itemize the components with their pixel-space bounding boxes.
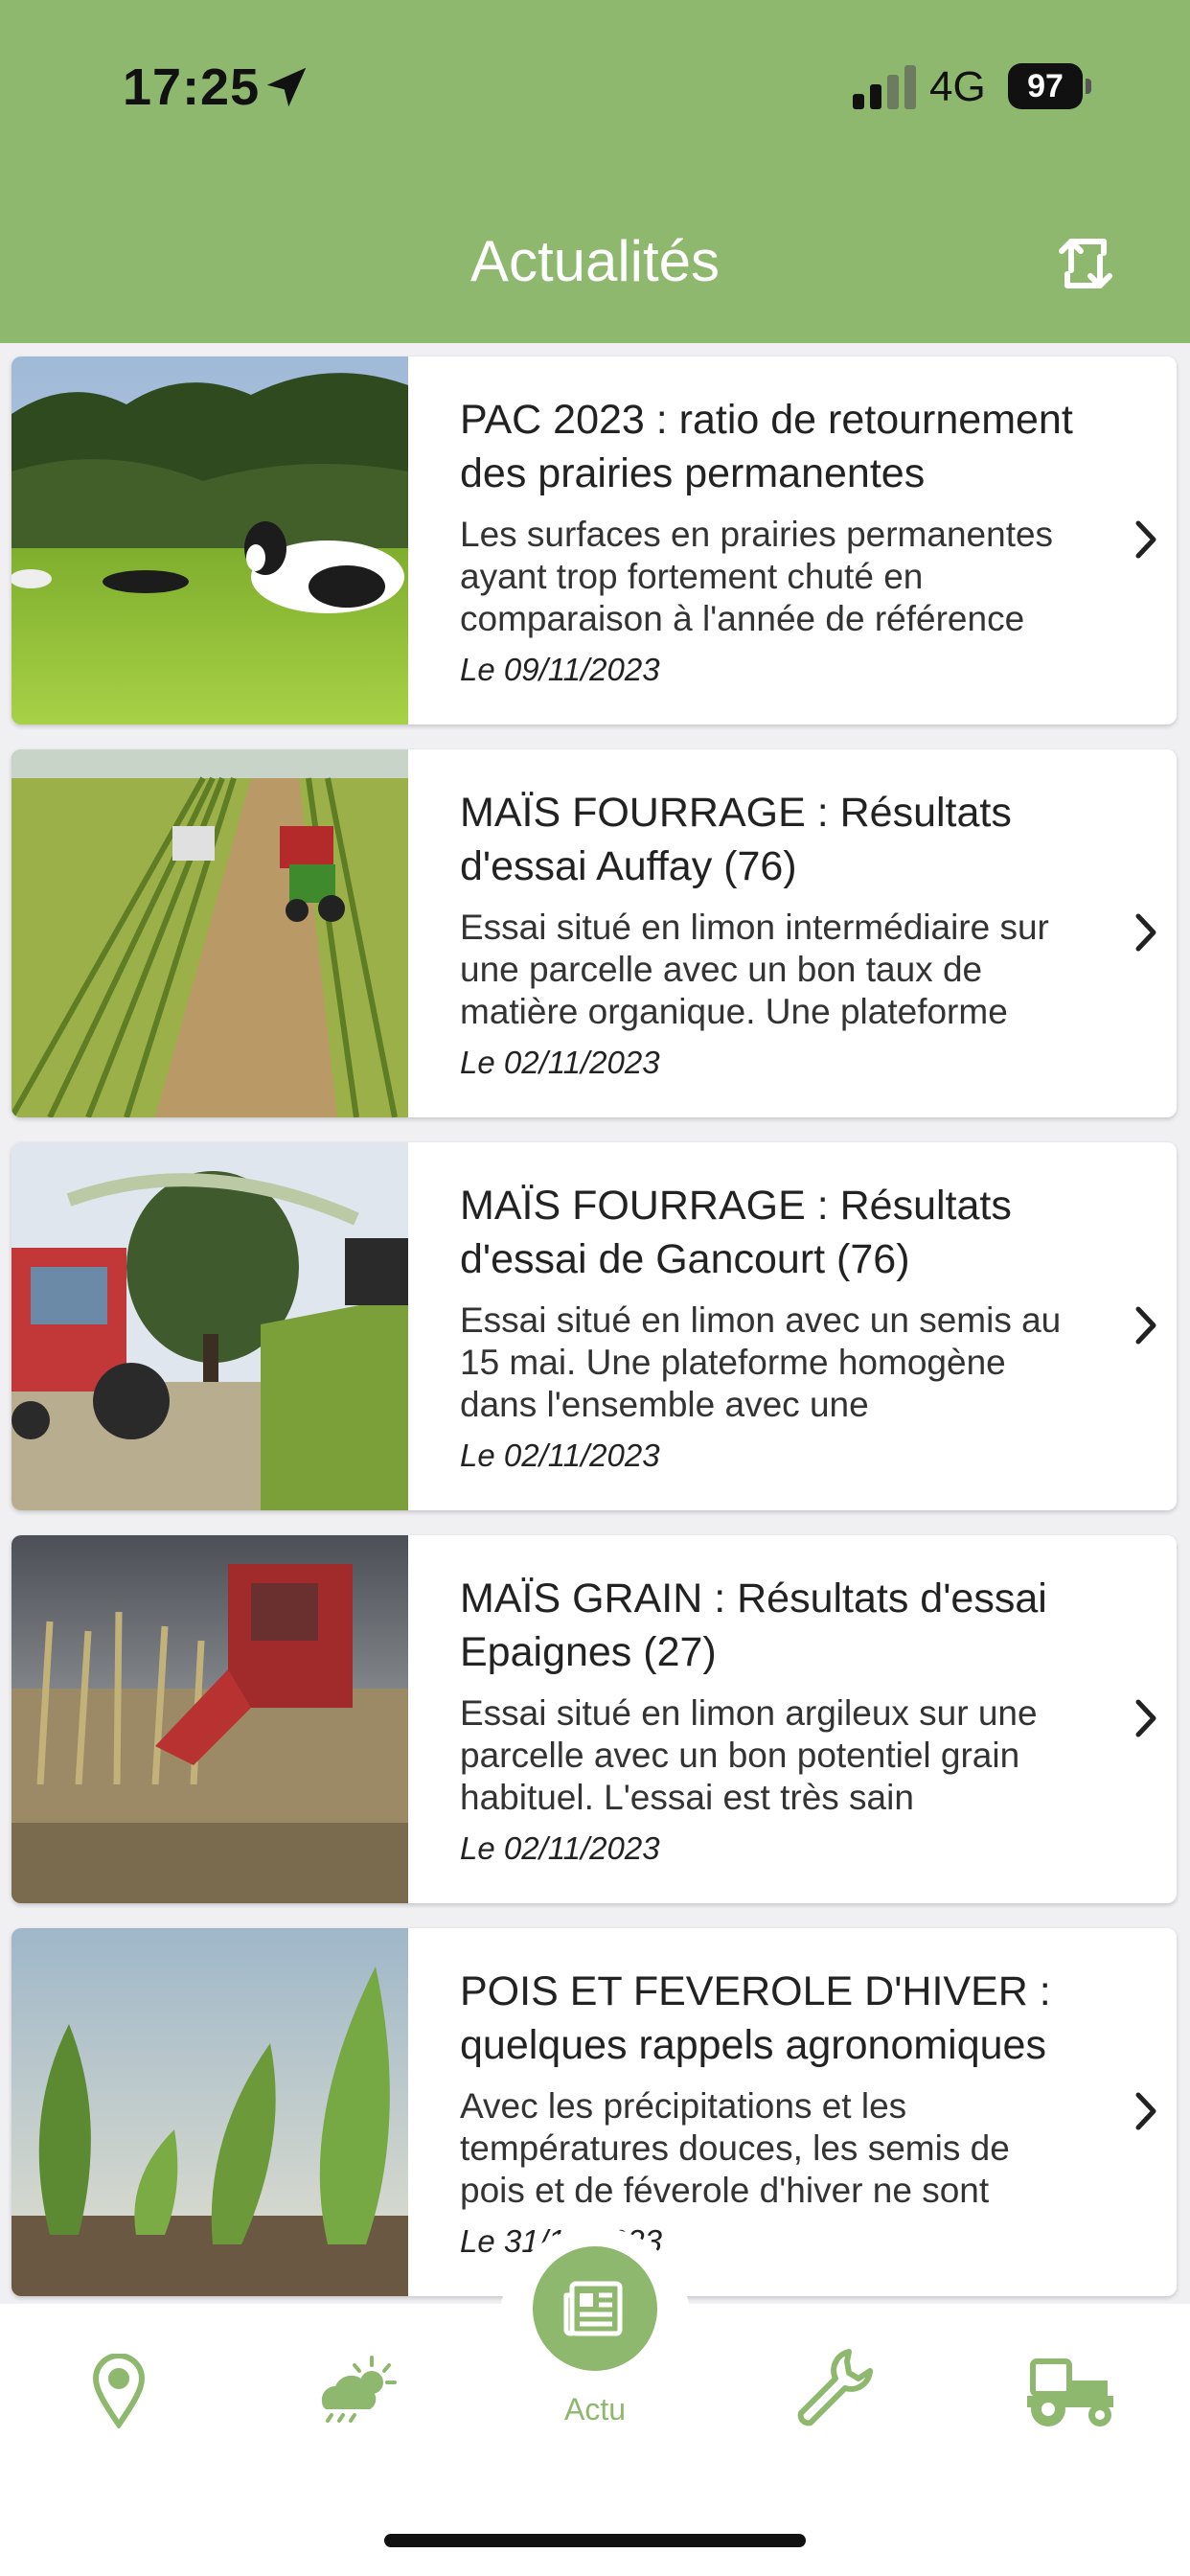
news-card[interactable]: MAÏS GRAIN : Résultats d'essai Epaignes …: [11, 1535, 1177, 1903]
article-title: MAÏS FOURRAGE : Résultats d'essai Auffay…: [460, 790, 1012, 889]
article-image: [11, 1142, 408, 1510]
chevron-right-icon: [1135, 520, 1156, 559]
article-excerpt: Les surfaces en prairies permanentes aya…: [460, 515, 1054, 638]
weather-icon[interactable]: [312, 2354, 399, 2423]
article-excerpt: Essai situé en limon intermédiaire sur u…: [460, 908, 1049, 1031]
battery-indicator: 97: [1008, 63, 1083, 109]
network-type: 4G: [929, 63, 986, 110]
wrench-icon[interactable]: [791, 2346, 874, 2428]
signal-icon: [853, 65, 916, 109]
article-excerpt: Essai situé en limon avec un semis au 15…: [460, 1300, 1062, 1424]
article-image: [11, 749, 408, 1117]
news-card[interactable]: PAC 2023 : ratio de retournement des pra…: [11, 356, 1177, 724]
location-arrow-icon: [266, 67, 307, 107]
article-date: Le 02/11/2023: [460, 1045, 660, 1080]
news-card[interactable]: MAÏS FOURRAGE : Résultats d'essai de Gan…: [11, 1142, 1177, 1510]
page-title: Actualités: [469, 229, 721, 293]
article-title: POIS ET FEVEROLE D'HIVER : quelques rapp…: [460, 1968, 1051, 2068]
home-indicator: [384, 2534, 806, 2547]
article-image: [11, 1535, 408, 1903]
article-title: MAÏS GRAIN : Résultats d'essai Epaignes …: [460, 1576, 1047, 1675]
tractor-icon[interactable]: [1023, 2354, 1117, 2428]
tab-label-actu[interactable]: Actu: [499, 2392, 691, 2427]
chevron-right-icon: [1135, 1306, 1156, 1345]
article-image: [11, 1928, 408, 2296]
article-date: Le 09/11/2023: [460, 652, 660, 687]
refresh-icon[interactable]: [1050, 228, 1121, 299]
chevron-right-icon: [1135, 913, 1156, 952]
article-image: [11, 356, 408, 724]
article-date: Le 02/11/2023: [460, 1438, 660, 1473]
article-title: MAÏS FOURRAGE : Résultats d'essai de Gan…: [460, 1183, 1012, 1282]
map-pin-icon[interactable]: [92, 2354, 146, 2428]
battery-tip: [1086, 79, 1091, 94]
article-excerpt: Avec les précipitations et les températu…: [460, 2086, 1010, 2210]
status-time: 17:25: [123, 58, 261, 116]
news-icon: [563, 2281, 623, 2336]
tab-actu-button[interactable]: [533, 2246, 657, 2371]
chevron-right-icon: [1135, 1699, 1156, 1737]
article-date: Le 02/11/2023: [460, 1830, 660, 1866]
chevron-right-icon: [1135, 2092, 1156, 2130]
article-title: PAC 2023 : ratio de retournement des pra…: [460, 397, 1073, 496]
article-excerpt: Essai situé en limon argileux sur une pa…: [460, 1693, 1038, 1817]
news-card[interactable]: MAÏS FOURRAGE : Résultats d'essai Auffay…: [11, 749, 1177, 1117]
